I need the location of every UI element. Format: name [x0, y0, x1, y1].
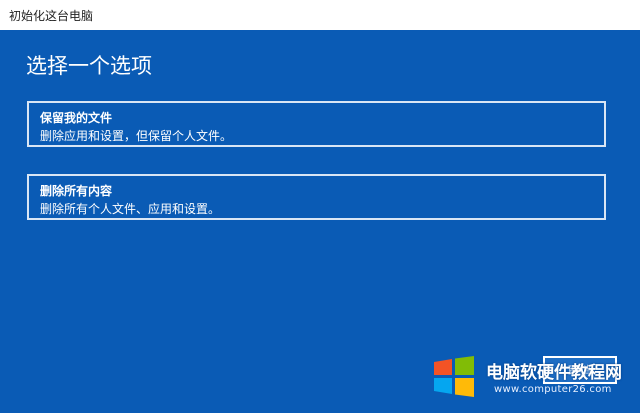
- title-bar: 初始化这台电脑: [0, 0, 640, 30]
- watermark: 电脑软硬件教程网 www.computer26.com: [432, 352, 637, 402]
- keep-my-files-option[interactable]: 保留我的文件 删除应用和设置，但保留个人文件。: [27, 101, 606, 147]
- windows-logo-icon: [434, 356, 474, 397]
- option-description: 删除所有个人文件、应用和设置。: [40, 202, 221, 216]
- reset-pc-window: 初始化这台电脑 选择一个选项 保留我的文件 删除应用和设置，但保留个人文件。 删…: [0, 0, 640, 413]
- option-title: 保留我的文件: [40, 111, 113, 125]
- option-title: 删除所有内容: [40, 184, 113, 198]
- watermark-text: 电脑软硬件教程网: [486, 363, 622, 383]
- bottom-edge: [0, 407, 640, 413]
- remove-everything-option[interactable]: 删除所有内容 删除所有个人文件、应用和设置。: [27, 174, 606, 220]
- watermark-url: www.computer26.com: [494, 384, 612, 395]
- page-title: 选择一个选项: [26, 54, 152, 78]
- window-title: 初始化这台电脑: [9, 9, 94, 23]
- option-description: 删除应用和设置，但保留个人文件。: [40, 129, 233, 143]
